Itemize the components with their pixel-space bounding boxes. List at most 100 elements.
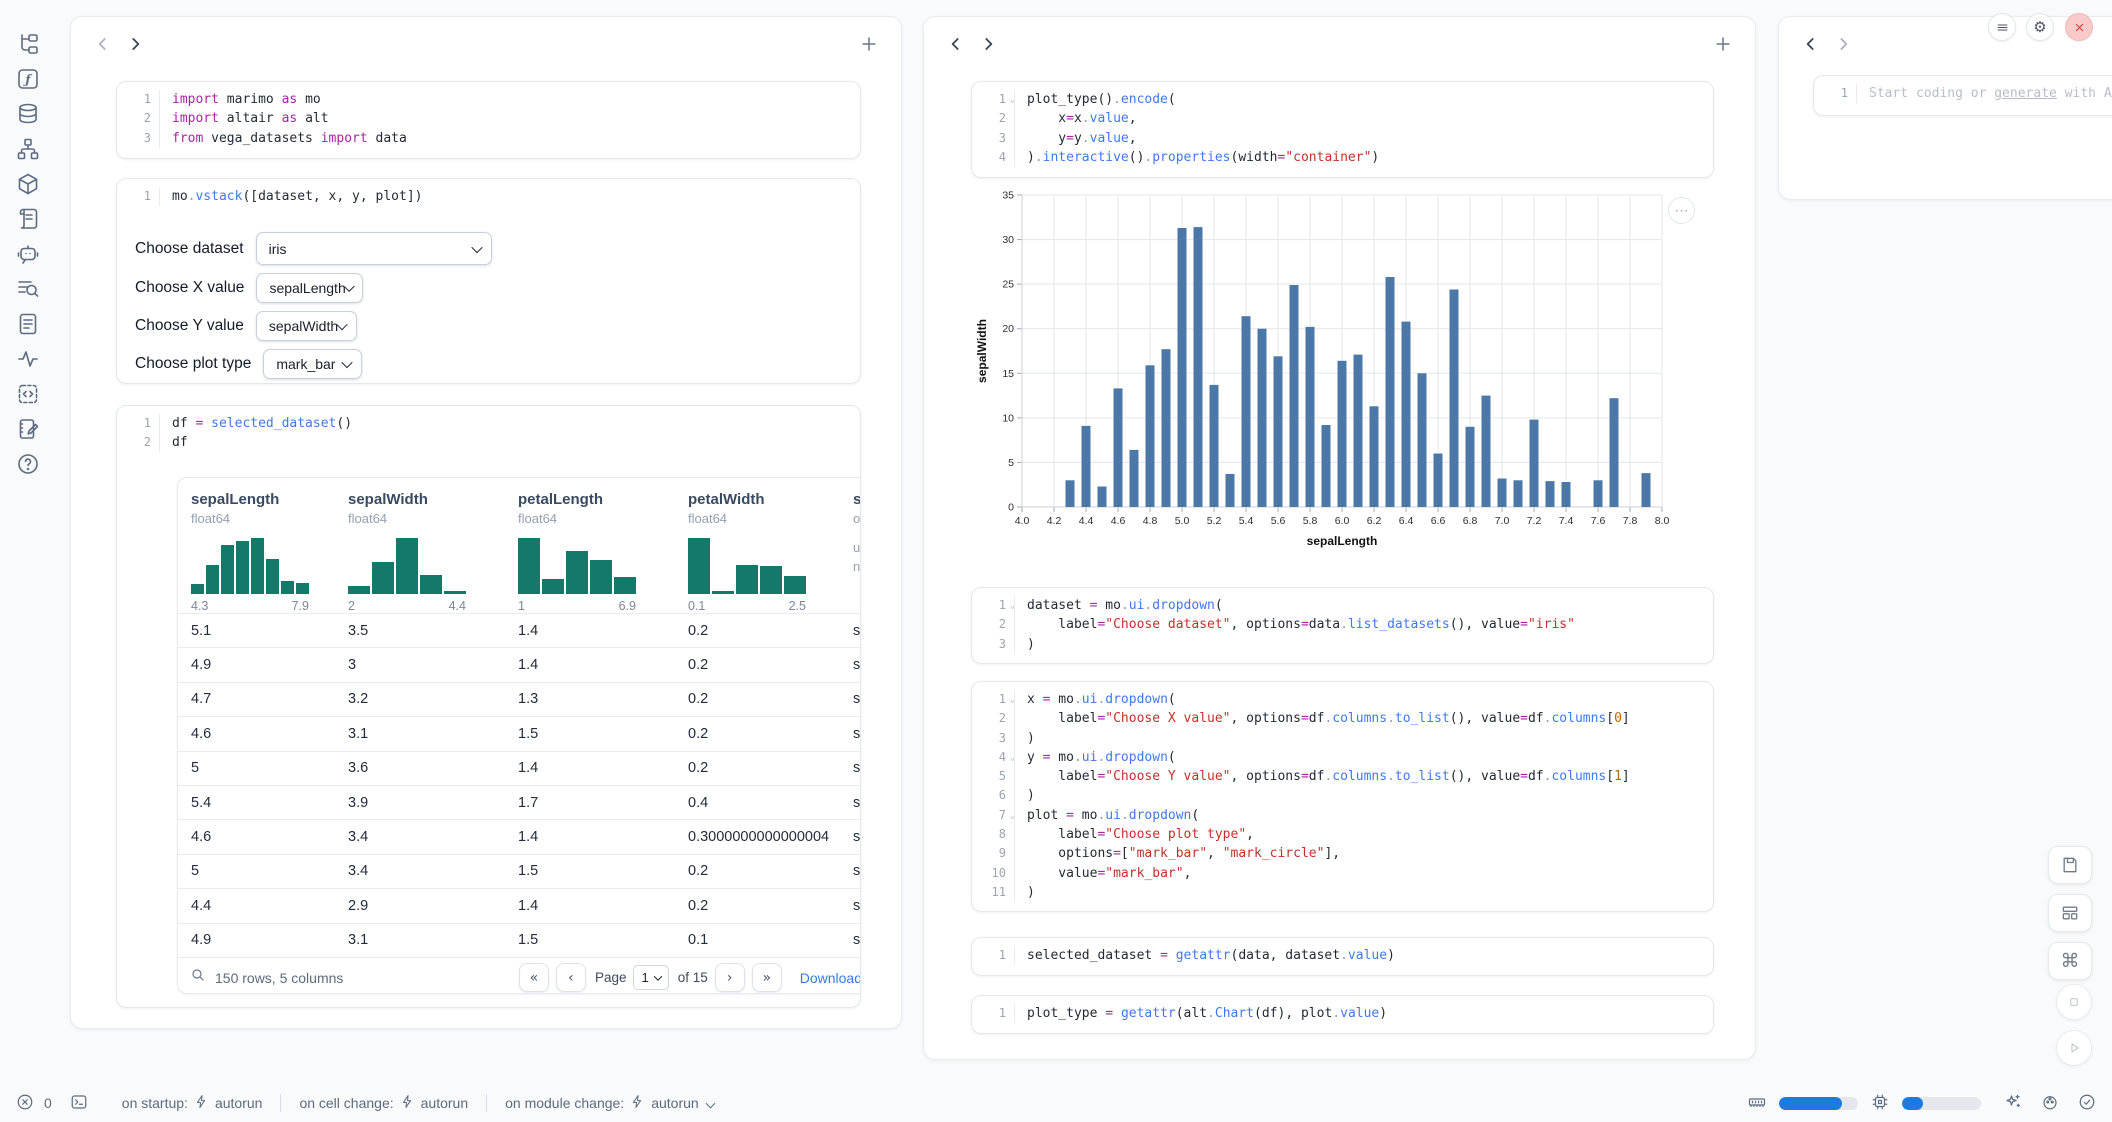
- dependency-graph-icon[interactable]: [16, 137, 40, 161]
- chat-bot-icon[interactable]: [16, 242, 40, 266]
- scroll-icon[interactable]: [16, 207, 40, 231]
- terminal-icon[interactable]: [70, 1093, 88, 1114]
- column-histogram[interactable]: [518, 538, 636, 594]
- code-editor[interactable]: 1⌄dataset = mo.ui.dropdown(2 label="Choo…: [972, 588, 1713, 662]
- table-row[interactable]: 4.63.11.50.2setos: [178, 716, 861, 750]
- marimo-notebook: ƒ 1import marimo as mo2import altair as …: [0, 0, 2112, 1122]
- hist-min: 1: [518, 599, 525, 613]
- table-row[interactable]: 5.43.91.70.4setos: [178, 785, 861, 819]
- table-row[interactable]: 4.42.91.40.2setos: [178, 888, 861, 922]
- y-value-select[interactable]: sepalWidth: [256, 311, 357, 341]
- document-icon[interactable]: [16, 312, 40, 336]
- settings-gear-button[interactable]: ⚙: [2026, 13, 2054, 41]
- runtime-bot-icon[interactable]: [2041, 1093, 2059, 1114]
- table-row[interactable]: 4.73.21.30.2setos: [178, 682, 861, 716]
- column-name[interactable]: petalWidth: [688, 491, 840, 508]
- code-editor[interactable]: 1df = selected_dataset()2df: [117, 406, 860, 461]
- errors-indicator-icon[interactable]: [16, 1093, 34, 1114]
- code-editor[interactable]: 1plot_type = getattr(alt.Chart(df), plot…: [972, 996, 1713, 1031]
- next-page-button[interactable]: ›: [715, 963, 745, 992]
- connection-status-icon[interactable]: [2078, 1093, 2096, 1114]
- add-cell-button[interactable]: [857, 33, 881, 57]
- add-cell-button[interactable]: [1711, 33, 1735, 57]
- line-number: 3: [972, 129, 1015, 148]
- command-icon: ⌘: [2061, 950, 2080, 973]
- last-page-button[interactable]: »: [752, 963, 782, 992]
- tracing-icon[interactable]: [16, 347, 40, 371]
- column-name[interactable]: sepalLength: [191, 491, 335, 508]
- line-number: 1⌄: [972, 596, 1015, 615]
- zap-icon: [400, 1094, 415, 1112]
- cell-xy-plot-dropdowns[interactable]: 1⌄x = mo.ui.dropdown(2 label="Choose X v…: [971, 681, 1714, 912]
- package-icon[interactable]: [16, 172, 40, 196]
- column-scroll-left-button[interactable]: [1799, 33, 1823, 57]
- cell-dataframe[interactable]: 1df = selected_dataset()2df sepalLengthf…: [116, 405, 861, 1008]
- table-row[interactable]: 4.931.40.2setos: [178, 647, 861, 681]
- notebook-menu-button[interactable]: [1988, 13, 2016, 41]
- dataset-select[interactable]: iris: [256, 232, 492, 265]
- stop-button[interactable]: [2056, 984, 2092, 1020]
- column-scroll-left-button[interactable]: [91, 33, 115, 57]
- altair-bar-chart[interactable]: 051015202530354.04.24.44.64.85.05.25.45.…: [974, 185, 1674, 560]
- svg-text:6.4: 6.4: [1399, 515, 1414, 527]
- table-row[interactable]: 4.93.11.50.1setos: [178, 923, 861, 957]
- x-value-select[interactable]: sepalLength: [256, 273, 363, 303]
- column-histogram[interactable]: [191, 538, 309, 594]
- cell-imports[interactable]: 1import marimo as mo2import altair as al…: [116, 81, 861, 159]
- svg-text:7.2: 7.2: [1527, 515, 1542, 527]
- chart-actions-button[interactable]: ⋯: [1668, 197, 1695, 224]
- cell-vstack[interactable]: 1mo.vstack([dataset, x, y, plot]) Choose…: [116, 178, 861, 384]
- runtime-config-item[interactable]: on module change: autorun: [505, 1094, 714, 1112]
- page-select[interactable]: 1: [633, 965, 668, 990]
- code-editor[interactable]: 1Start coding or generate with AI: [1814, 76, 2112, 111]
- svg-text:ƒ: ƒ: [22, 72, 32, 86]
- column-histogram[interactable]: [688, 538, 806, 594]
- code-editor[interactable]: 1import marimo as mo2import altair as al…: [117, 82, 860, 156]
- file-tree-icon[interactable]: [16, 32, 40, 56]
- help-icon[interactable]: [16, 452, 40, 476]
- svg-text:30: 30: [1002, 234, 1014, 246]
- cell-empty-scratch[interactable]: 1Start coding or generate with AI: [1813, 75, 2112, 116]
- ai-sparkles-icon[interactable]: [2004, 1093, 2022, 1114]
- run-button[interactable]: [2056, 1030, 2092, 1066]
- keyboard-shortcuts-button[interactable]: ⌘: [2048, 942, 2092, 980]
- code-editor[interactable]: 1selected_dataset = getattr(data, datase…: [972, 938, 1713, 973]
- logs-search-icon[interactable]: [16, 277, 40, 301]
- column-histogram[interactable]: [348, 538, 466, 594]
- error-count: 0: [44, 1095, 52, 1111]
- snippets-icon[interactable]: [16, 382, 40, 406]
- column-scroll-right-button[interactable]: [1831, 33, 1855, 57]
- runtime-config-item[interactable]: on cell change: autorun: [299, 1094, 468, 1112]
- table-row[interactable]: 53.61.40.2setos: [178, 751, 861, 785]
- cell-plot-type[interactable]: 1plot_type = getattr(alt.Chart(df), plot…: [971, 995, 1714, 1034]
- scratchpad-icon[interactable]: [16, 417, 40, 441]
- runtime-config-item[interactable]: on startup: autorun: [122, 1094, 263, 1112]
- cell-plot-encode[interactable]: 1⌄plot_type().encode(2 x=x.value,3 y=y.v…: [971, 81, 1714, 178]
- plot-type-select[interactable]: mark_bar: [263, 349, 362, 379]
- column-name[interactable]: speci: [853, 491, 861, 508]
- table-row[interactable]: 5.13.51.40.2setos: [178, 613, 861, 647]
- layout-toggle-button[interactable]: [2048, 894, 2092, 932]
- code-editor[interactable]: 1⌄plot_type().encode(2 x=x.value,3 y=y.v…: [972, 82, 1713, 175]
- column-name[interactable]: petalLength: [518, 491, 675, 508]
- column-scroll-left-button[interactable]: [944, 33, 968, 57]
- column-scroll-right-button[interactable]: [123, 33, 147, 57]
- column-scroll-right-button[interactable]: [976, 33, 1000, 57]
- cell-selected-dataset[interactable]: 1selected_dataset = getattr(data, datase…: [971, 937, 1714, 976]
- prev-page-button[interactable]: ‹: [556, 963, 586, 992]
- code-editor[interactable]: 1⌄x = mo.ui.dropdown(2 label="Choose X v…: [972, 682, 1713, 910]
- line-number: 1⌄: [972, 690, 1015, 709]
- dropdown-label: Choose X value: [135, 279, 244, 297]
- download-link[interactable]: Download: [800, 970, 861, 986]
- first-page-button[interactable]: «: [519, 963, 549, 992]
- save-button[interactable]: [2048, 846, 2092, 884]
- shutdown-button[interactable]: [2065, 13, 2093, 41]
- code-editor[interactable]: 1mo.vstack([dataset, x, y, plot]): [117, 179, 860, 214]
- database-icon[interactable]: [16, 102, 40, 126]
- function-square-icon[interactable]: ƒ: [16, 67, 40, 91]
- table-row[interactable]: 4.63.41.40.3000000000000004setos: [178, 819, 861, 853]
- cell-dataset-dropdown[interactable]: 1⌄dataset = mo.ui.dropdown(2 label="Choo…: [971, 587, 1714, 664]
- column-name[interactable]: sepalWidth: [348, 491, 505, 508]
- table-row[interactable]: 53.41.50.2setos: [178, 854, 861, 888]
- search-icon[interactable]: [190, 967, 206, 988]
